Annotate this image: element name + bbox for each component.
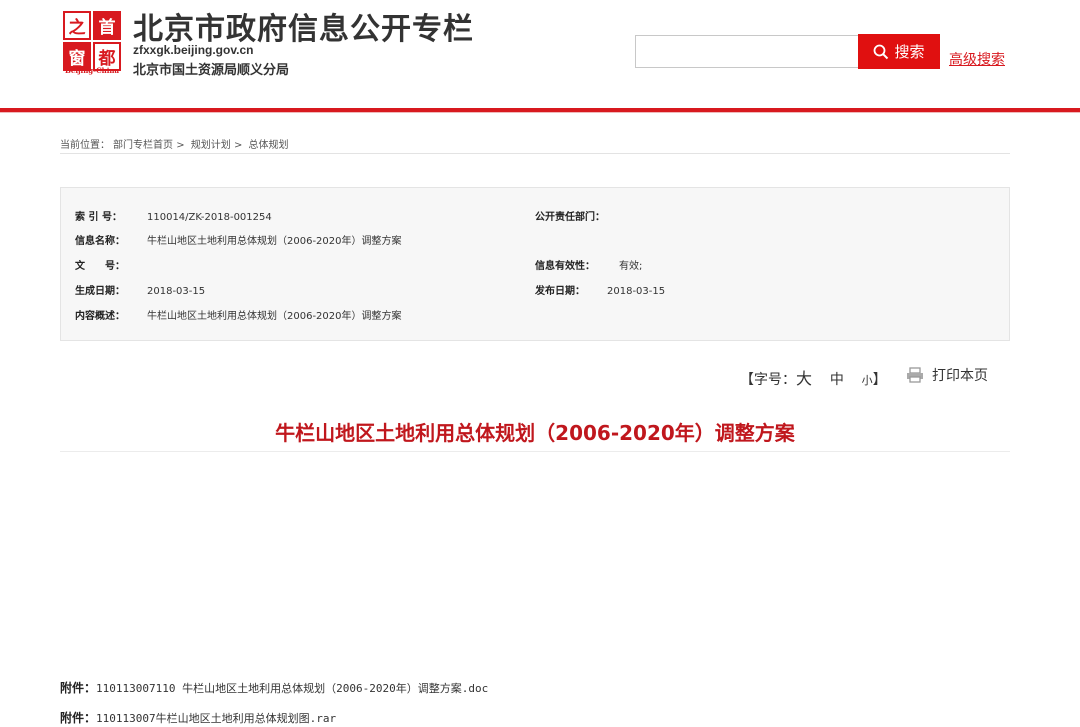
logo-grid: 之 首 窗 都 bbox=[63, 11, 121, 71]
breadcrumb-prefix: 当前位置： bbox=[60, 140, 110, 151]
meta-dept-label: 公开责任部门： bbox=[535, 212, 605, 223]
advanced-search-link[interactable]: 高级搜索 bbox=[949, 49, 1005, 69]
font-size-medium-button[interactable]: 中 bbox=[830, 372, 844, 388]
meta-summary-row: 内容概述： 牛栏山地区土地利用总体规划（2006-2020年）调整方案 bbox=[75, 307, 402, 323]
meta-name-value: 牛栏山地区土地利用总体规划（2006-2020年）调整方案 bbox=[147, 236, 402, 247]
logo-char: 首 bbox=[93, 11, 121, 40]
attachment-item: 附件：110113007牛栏山地区土地利用总体规划图.rar bbox=[60, 709, 336, 726]
attachment-label: 附件： bbox=[60, 711, 97, 725]
meta-name-row: 信息名称： 牛栏山地区土地利用总体规划（2006-2020年）调整方案 bbox=[75, 232, 402, 248]
logo-char: 之 bbox=[63, 11, 91, 40]
meta-published-label: 发布日期： bbox=[535, 286, 585, 297]
search-button-label: 搜索 bbox=[894, 43, 925, 61]
meta-summary-label: 内容概述： bbox=[75, 311, 125, 322]
meta-created-row: 生成日期： 2018-03-15 bbox=[75, 282, 205, 298]
meta-docno-label: 文 号： bbox=[75, 261, 125, 272]
breadcrumb-separator: > bbox=[176, 140, 185, 151]
breadcrumb-separator: > bbox=[233, 140, 243, 151]
meta-validity-label: 信息有效性： bbox=[535, 261, 595, 272]
attachment-link-doc[interactable]: 110113007110 牛栏山地区土地利用总体规划（2006-2020年）调整… bbox=[96, 682, 488, 695]
breadcrumb-item-plans[interactable]: 规划计划 bbox=[191, 140, 231, 151]
meta-docno-row: 文 号： bbox=[75, 257, 147, 273]
site-department: 北京市国土资源局顺义分局 bbox=[133, 63, 290, 78]
meta-validity-row: 信息有效性： 有效; bbox=[535, 257, 642, 273]
font-size-controls: 【字号：大 中 小】 bbox=[740, 365, 887, 389]
meta-created-label: 生成日期： bbox=[75, 286, 125, 297]
font-size-small-button[interactable]: 小 bbox=[862, 374, 873, 387]
attachment-item: 附件：110113007110 牛栏山地区土地利用总体规划（2006-2020年… bbox=[60, 679, 488, 696]
font-size-label-close: 】 bbox=[872, 372, 887, 388]
title-divider bbox=[60, 451, 1010, 452]
search-icon bbox=[874, 44, 889, 59]
site-header: 之 首 窗 都 Beijing-China 北京市政府信息公开专栏 zfxxgk… bbox=[0, 0, 1080, 110]
breadcrumb-item-overall[interactable]: 总体规划 bbox=[249, 140, 289, 151]
info-metadata-panel: 索 引 号： 110014/ZK-2018-001254 公开责任部门： 信息名称… bbox=[60, 187, 1010, 341]
attachment-label: 附件： bbox=[60, 681, 97, 695]
font-size-label-open: 【字号： bbox=[740, 372, 796, 388]
attachment-link-rar[interactable]: 110113007牛栏山地区土地利用总体规划图.rar bbox=[96, 712, 336, 725]
site-domain: zfxxgk.beijing.gov.cn bbox=[133, 43, 254, 57]
print-page-label: 打印本页 bbox=[932, 368, 988, 384]
meta-index-row: 索 引 号： 110014/ZK-2018-001254 bbox=[75, 208, 272, 224]
search-button[interactable]: 搜索 bbox=[858, 34, 940, 69]
search-input[interactable] bbox=[635, 35, 861, 68]
meta-index-value: 110014/ZK-2018-001254 bbox=[147, 212, 272, 223]
logo-tagline: Beijing-China bbox=[64, 66, 120, 75]
print-page-button[interactable]: 打印本页 bbox=[906, 365, 988, 385]
breadcrumb-item-home[interactable]: 部门专栏首页 bbox=[113, 140, 173, 151]
site-logo[interactable]: 之 首 窗 都 Beijing-China bbox=[61, 9, 123, 75]
article-title: 牛栏山地区土地利用总体规划（2006-2020年）调整方案 bbox=[275, 421, 795, 445]
meta-dept-row: 公开责任部门： bbox=[535, 208, 605, 224]
breadcrumb: 当前位置： 部门专栏首页 > 规划计划 > 总体规划 bbox=[60, 136, 1010, 154]
printer-icon bbox=[907, 367, 923, 383]
meta-validity-value: 有效; bbox=[619, 261, 643, 272]
meta-name-label: 信息名称： bbox=[75, 236, 125, 247]
site-title: 北京市政府信息公开专栏 bbox=[133, 12, 474, 47]
header-divider-shadow bbox=[0, 112, 1080, 113]
meta-published-row: 发布日期： 2018-03-15 bbox=[535, 282, 665, 298]
meta-created-value: 2018-03-15 bbox=[147, 286, 206, 297]
font-size-large-button[interactable]: 大 bbox=[796, 369, 812, 388]
meta-published-value: 2018-03-15 bbox=[607, 286, 666, 297]
meta-index-label: 索 引 号： bbox=[75, 212, 122, 223]
meta-summary-value: 牛栏山地区土地利用总体规划（2006-2020年）调整方案 bbox=[147, 311, 402, 322]
